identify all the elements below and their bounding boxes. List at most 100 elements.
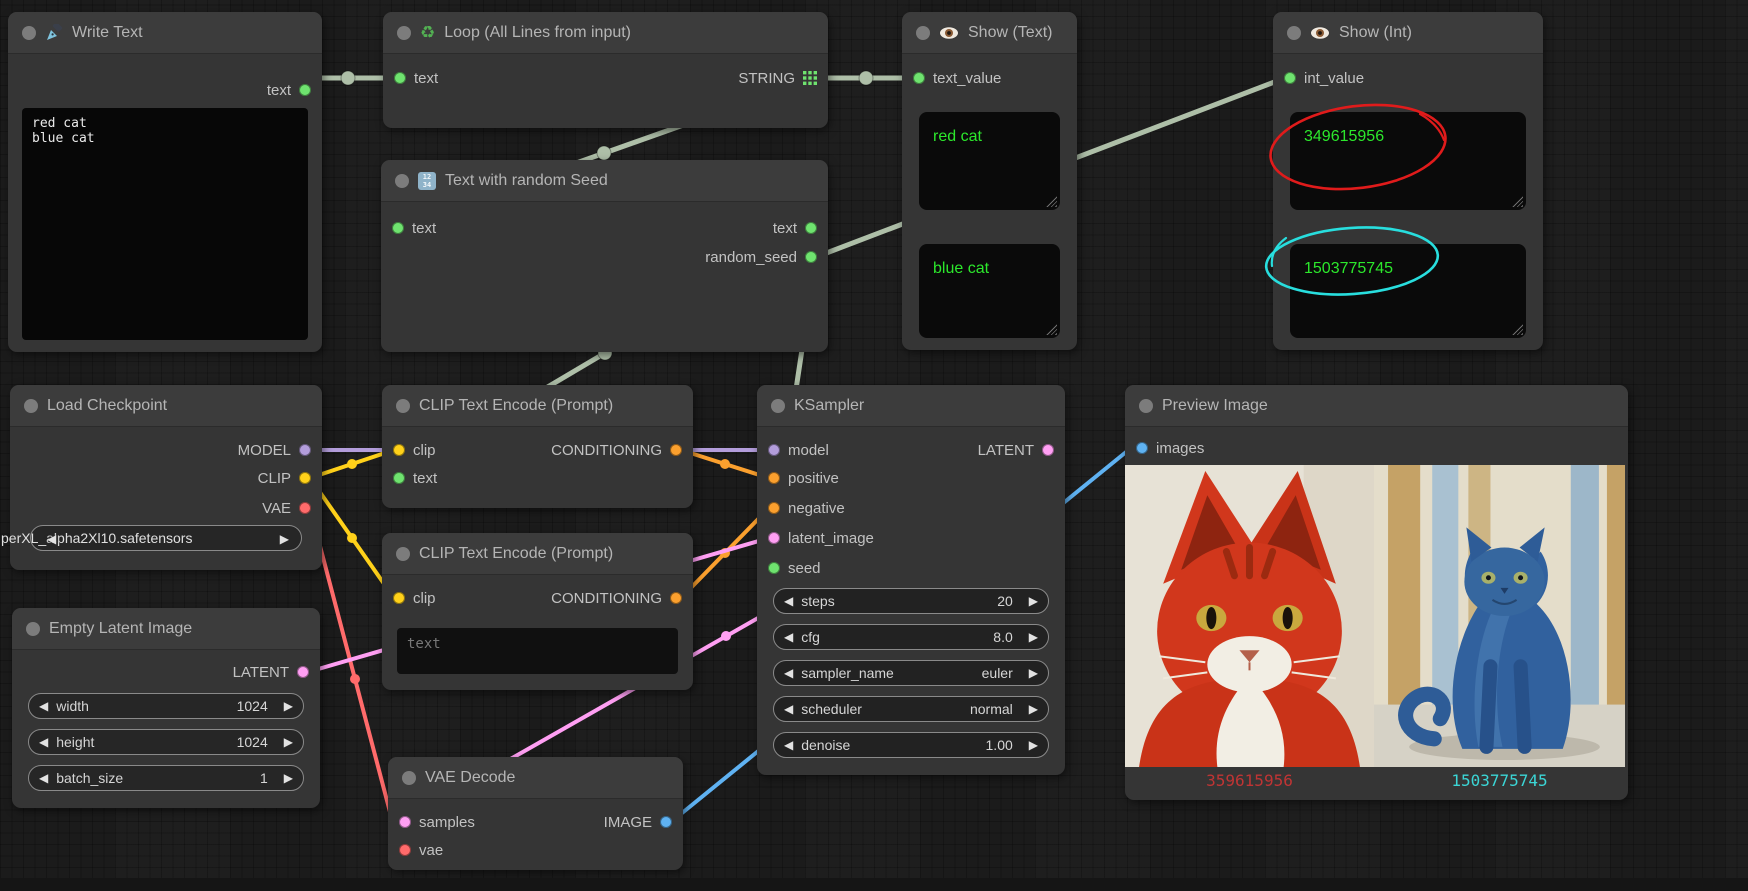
next-arrow[interactable]: ▶: [1029, 702, 1038, 716]
node-title-bar[interactable]: CLIP Text Encode (Prompt): [382, 533, 693, 575]
node-title-bar[interactable]: CLIP Text Encode (Prompt): [382, 385, 693, 427]
input-slot-images[interactable]: [1136, 442, 1148, 454]
node-text-with-random-seed[interactable]: 1234 Text with random Seed text text ran…: [381, 160, 828, 352]
text-output-box-1[interactable]: red cat: [919, 112, 1060, 210]
collapse-dot[interactable]: [26, 622, 40, 636]
node-title-bar[interactable]: Empty Latent Image: [12, 608, 320, 650]
decrement-arrow[interactable]: ◀: [39, 771, 48, 785]
output-slot-model[interactable]: [299, 444, 311, 456]
widget-batch-size[interactable]: ◀ batch_size 1 ▶: [28, 765, 304, 791]
collapse-dot[interactable]: [396, 547, 410, 561]
node-title-bar[interactable]: VAE Decode: [388, 757, 683, 799]
increment-arrow[interactable]: ▶: [1029, 738, 1038, 752]
output-slot-latent[interactable]: [297, 666, 309, 678]
node-title-bar[interactable]: 1234 Text with random Seed: [381, 160, 828, 202]
input-slot-positive[interactable]: [768, 472, 780, 484]
widget-cfg[interactable]: ◀ cfg 8.0 ▶: [773, 624, 1049, 650]
input-slot-clip[interactable]: [393, 592, 405, 604]
decrement-arrow[interactable]: ◀: [784, 594, 793, 608]
collapse-dot[interactable]: [1287, 26, 1301, 40]
node-title-bar[interactable]: Show (Int): [1273, 12, 1543, 54]
prev-arrow[interactable]: ◀: [784, 666, 793, 680]
collapse-dot[interactable]: [396, 399, 410, 413]
node-ksampler[interactable]: KSampler model LATENT positive negative …: [757, 385, 1065, 775]
input-slot-negative[interactable]: [768, 502, 780, 514]
node-loop-all-lines[interactable]: ♻ Loop (All Lines from input) text STRIN…: [383, 12, 828, 128]
widget-width[interactable]: ◀ width 1024 ▶: [28, 693, 304, 719]
output-slot-clip[interactable]: [299, 472, 311, 484]
input-slot-clip[interactable]: [393, 444, 405, 456]
node-title-bar[interactable]: Load Checkpoint: [10, 385, 322, 427]
node-preview-image[interactable]: Preview Image images: [1125, 385, 1628, 800]
node-load-checkpoint[interactable]: Load Checkpoint MODEL CLIP VAE perXL_alp…: [10, 385, 322, 570]
input-slot-text[interactable]: [392, 222, 404, 234]
node-show-text[interactable]: Show (Text) text_value red cat blue cat: [902, 12, 1077, 350]
node-clip-text-encode-negative[interactable]: CLIP Text Encode (Prompt) clip CONDITION…: [382, 533, 693, 690]
widget-sampler-name[interactable]: ◀ sampler_name euler ▶: [773, 660, 1049, 686]
resize-grip[interactable]: [1046, 196, 1057, 207]
input-slot-vae[interactable]: [399, 844, 411, 856]
widget-ckpt-name[interactable]: perXL_alpha2Xl10.safetensors ◀ ▶: [30, 525, 302, 551]
input-slot-text[interactable]: [393, 472, 405, 484]
collapse-dot[interactable]: [22, 26, 36, 40]
input-slot-int-value[interactable]: [1284, 72, 1296, 84]
next-ckpt-arrow[interactable]: ▶: [280, 532, 289, 546]
decrement-arrow[interactable]: ◀: [784, 630, 793, 644]
increment-arrow[interactable]: ▶: [1029, 630, 1038, 644]
resize-grip[interactable]: [1512, 324, 1523, 335]
prev-ckpt-arrow[interactable]: ◀: [47, 532, 56, 546]
collapse-dot[interactable]: [1139, 399, 1153, 413]
increment-arrow[interactable]: ▶: [1029, 594, 1038, 608]
grid-output-icon[interactable]: [803, 71, 817, 85]
node-title-bar[interactable]: Preview Image: [1125, 385, 1628, 427]
widget-scheduler[interactable]: ◀ scheduler normal ▶: [773, 696, 1049, 722]
collapse-dot[interactable]: [395, 174, 409, 188]
node-title-bar[interactable]: Write Text: [8, 12, 322, 54]
widget-steps[interactable]: ◀ steps 20 ▶: [773, 588, 1049, 614]
node-title-bar[interactable]: KSampler: [757, 385, 1065, 427]
node-vae-decode[interactable]: VAE Decode samples IMAGE vae: [388, 757, 683, 870]
prev-arrow[interactable]: ◀: [784, 702, 793, 716]
int-output-box-1[interactable]: 349615956: [1290, 112, 1526, 210]
output-slot-latent[interactable]: [1042, 444, 1054, 456]
node-title-bar[interactable]: Show (Text): [902, 12, 1077, 54]
output-slot-vae[interactable]: [299, 502, 311, 514]
node-empty-latent-image[interactable]: Empty Latent Image LATENT ◀ width 1024 ▶…: [12, 608, 320, 808]
output-slot-text[interactable]: [299, 84, 311, 96]
decrement-arrow[interactable]: ◀: [39, 699, 48, 713]
increment-arrow[interactable]: ▶: [284, 771, 293, 785]
node-graph-canvas[interactable]: Write Text text red cat blue cat ♻ Loop …: [0, 0, 1748, 891]
widget-height[interactable]: ◀ height 1024 ▶: [28, 729, 304, 755]
input-slot-model[interactable]: [768, 444, 780, 456]
resize-grip[interactable]: [1512, 196, 1523, 207]
output-slot-random-seed[interactable]: [805, 251, 817, 263]
output-slot-image[interactable]: [660, 816, 672, 828]
input-slot-text-value[interactable]: [913, 72, 925, 84]
text-input-area[interactable]: red cat blue cat: [22, 108, 308, 340]
widget-denoise[interactable]: ◀ denoise 1.00 ▶: [773, 732, 1049, 758]
output-slot-text[interactable]: [805, 222, 817, 234]
input-slot-text[interactable]: [394, 72, 406, 84]
node-clip-text-encode-positive[interactable]: CLIP Text Encode (Prompt) clip CONDITION…: [382, 385, 693, 508]
increment-arrow[interactable]: ▶: [284, 735, 293, 749]
increment-arrow[interactable]: ▶: [284, 699, 293, 713]
text-output-box-2[interactable]: blue cat: [919, 244, 1060, 338]
input-slot-samples[interactable]: [399, 816, 411, 828]
next-arrow[interactable]: ▶: [1029, 666, 1038, 680]
node-title-bar[interactable]: ♻ Loop (All Lines from input): [383, 12, 828, 54]
prompt-text-area[interactable]: text: [397, 628, 678, 674]
decrement-arrow[interactable]: ◀: [39, 735, 48, 749]
input-slot-seed[interactable]: [768, 562, 780, 574]
output-slot-conditioning[interactable]: [670, 592, 682, 604]
collapse-dot[interactable]: [916, 26, 930, 40]
node-show-int[interactable]: Show (Int) int_value 349615956 150377574…: [1273, 12, 1543, 350]
int-output-box-2[interactable]: 1503775745: [1290, 244, 1526, 338]
collapse-dot[interactable]: [402, 771, 416, 785]
decrement-arrow[interactable]: ◀: [784, 738, 793, 752]
collapse-dot[interactable]: [24, 399, 38, 413]
collapse-dot[interactable]: [397, 26, 411, 40]
input-slot-latent-image[interactable]: [768, 532, 780, 544]
resize-grip[interactable]: [1046, 324, 1057, 335]
node-write-text[interactable]: Write Text text red cat blue cat: [8, 12, 322, 352]
output-slot-conditioning[interactable]: [670, 444, 682, 456]
